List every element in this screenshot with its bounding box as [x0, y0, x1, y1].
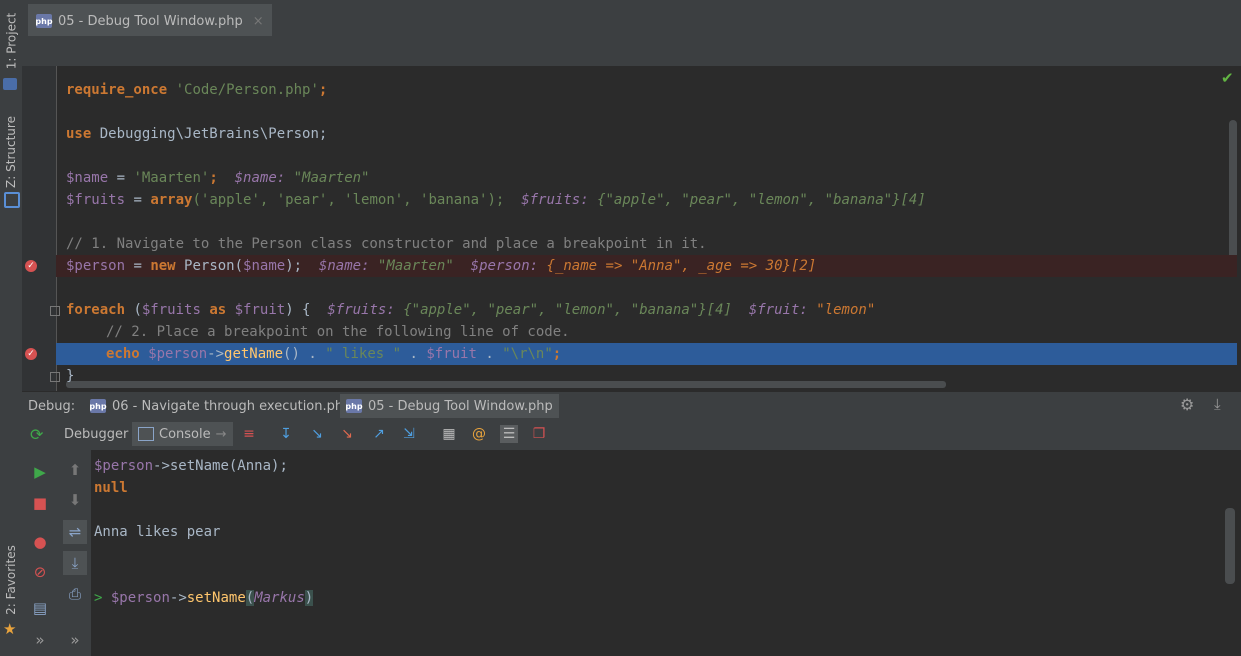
code-line: // 2. Place a breakpoint on the followin…: [106, 324, 570, 340]
editor-horizontal-scrollbar[interactable]: [66, 381, 946, 388]
restore-layout-icon[interactable]: ❐: [530, 425, 548, 443]
print-icon[interactable]: ⎙: [63, 582, 87, 606]
code-line: $name = 'Maarten'; $name: "Maarten": [66, 170, 370, 186]
prompt-icon: >: [94, 590, 103, 606]
debug-toolbar: ⟳ Debugger Console → ≡ ↧ ↘ ↘ ↗ ⇲ ▦ @ ☰ ❐: [22, 418, 1241, 451]
project-icon: [3, 78, 17, 90]
variables-toggle-icon[interactable]: ☰: [500, 425, 518, 443]
tab-debug-session-06[interactable]: php 06 - Navigate through execution.php: [84, 394, 357, 418]
code-line: use Debugging\JetBrains\Person;: [66, 126, 328, 142]
code-line: }: [66, 368, 75, 384]
arrow-down-icon[interactable]: ⬇: [63, 488, 87, 512]
structure-icon: [4, 192, 20, 208]
hide-panel-icon[interactable]: ⤓: [1214, 395, 1221, 413]
code-line: $fruits = array('apple', 'pear', 'lemon'…: [66, 192, 926, 208]
step-over-icon[interactable]: ↧: [277, 425, 295, 443]
console-output-line: null: [94, 480, 128, 496]
code-line: require_once 'Code/Person.php';: [66, 82, 328, 98]
code-line: foreach ($fruits as $fruit) { $fruits: {…: [66, 302, 876, 318]
console-side-actions: ⬆ ⬇ ⇌ ⤓ ⎙ »: [58, 450, 92, 656]
watch-icon[interactable]: @: [470, 425, 488, 443]
evaluate-expression-icon[interactable]: ▦: [440, 425, 458, 443]
tab-debugger[interactable]: Debugger: [60, 423, 132, 445]
tab-label: 05 - Debug Tool Window.php: [368, 398, 553, 414]
console-input[interactable]: > $person->setName(Markus): [94, 587, 314, 609]
tab-label: 05 - Debug Tool Window.php: [58, 13, 243, 29]
debugger-tab-label: Debugger: [64, 426, 129, 442]
soft-wrap-icon[interactable]: ⇌: [63, 520, 87, 544]
arrow-up-icon[interactable]: ⬆: [63, 458, 87, 482]
tab-debug-tool-window[interactable]: php 05 - Debug Tool Window.php ×: [28, 4, 272, 36]
console-scrollbar-track: [1221, 450, 1241, 656]
step-out-icon[interactable]: ↗: [370, 425, 388, 443]
fold-marker-icon[interactable]: [50, 372, 60, 382]
project-tool-tab[interactable]: 1: Project: [0, 6, 22, 76]
debug-header: Debug: php 06 - Navigate through executi…: [22, 391, 1241, 420]
editor-scrollbar[interactable]: [1229, 120, 1237, 260]
console-output-line: $person->setName(Anna);: [94, 458, 288, 474]
code-line: $person = new Person($name); $name: "Maa…: [66, 258, 817, 274]
debug-side-actions: ▶ ■ ● ⊘ ▤ »: [22, 450, 59, 656]
editor-breadcrumb-strip: [22, 37, 1241, 67]
tab-console[interactable]: Console →: [132, 422, 233, 446]
editor-gutter[interactable]: [22, 66, 57, 391]
mute-breakpoints-icon[interactable]: ⊘: [28, 560, 52, 584]
tab-debug-session-05[interactable]: php 05 - Debug Tool Window.php: [340, 394, 559, 418]
settings-gear-icon[interactable]: ⚙: [1180, 395, 1194, 414]
show-execution-point-icon[interactable]: ≡: [240, 425, 258, 443]
code-line: echo $person->getName() . " likes " . $f…: [106, 346, 562, 362]
layout-icon[interactable]: ▤: [28, 596, 52, 620]
step-into-icon[interactable]: ↘: [308, 425, 326, 443]
run-to-cursor-icon[interactable]: ⇲: [400, 425, 418, 443]
debug-label: Debug:: [28, 398, 76, 414]
breakpoint-icon[interactable]: ✓: [25, 260, 37, 272]
close-tab-icon[interactable]: ×: [253, 14, 264, 29]
breakpoint-icon[interactable]: ✓: [25, 348, 37, 360]
code-line: // 1. Navigate to the Person class const…: [66, 236, 707, 252]
console-tab-label: Console: [159, 426, 211, 442]
fold-marker-icon[interactable]: [50, 306, 60, 316]
favorites-tool-tab[interactable]: 2: Favorites: [0, 540, 22, 620]
inspection-ok-icon: ✔: [1221, 69, 1234, 87]
stop-icon[interactable]: ■: [28, 491, 52, 515]
debug-console[interactable]: [91, 450, 1221, 656]
star-icon: ★: [3, 620, 17, 638]
left-tool-stripe: 1: Project Z: Structure 2: Favorites ★: [0, 0, 23, 656]
more-actions-icon[interactable]: »: [63, 628, 87, 652]
console-output-line: Anna likes pear: [94, 524, 221, 540]
force-step-into-icon[interactable]: ↘: [338, 425, 356, 443]
console-icon: [138, 427, 154, 441]
php-file-icon: php: [35, 14, 53, 28]
php-file-icon: php: [345, 399, 363, 413]
rerun-icon[interactable]: ⟳: [30, 425, 43, 444]
console-scrollbar[interactable]: [1225, 508, 1235, 584]
php-file-icon: php: [89, 399, 107, 413]
scroll-to-end-icon[interactable]: ⤓: [63, 551, 87, 575]
project-tool-label: 1: Project: [4, 12, 18, 70]
structure-tool-label: Z: Structure: [4, 116, 18, 188]
resume-icon[interactable]: ▶: [28, 460, 52, 484]
editor-tab-bar: php 05 - Debug Tool Window.php ×: [22, 0, 1241, 38]
favorites-tool-label: 2: Favorites: [4, 545, 19, 615]
more-actions-icon[interactable]: »: [28, 628, 52, 652]
tab-label: 06 - Navigate through execution.php: [112, 398, 352, 414]
console-arrow-icon: →: [215, 426, 227, 442]
view-breakpoints-icon[interactable]: ●: [28, 530, 52, 554]
structure-tool-tab[interactable]: Z: Structure: [0, 112, 22, 192]
